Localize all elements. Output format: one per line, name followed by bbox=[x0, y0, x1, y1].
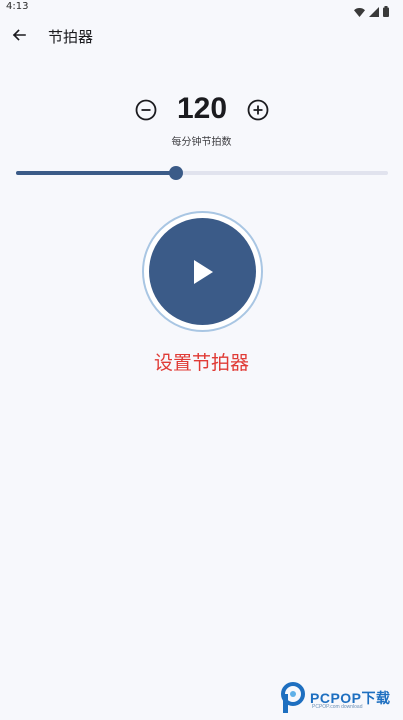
back-button[interactable] bbox=[8, 24, 30, 46]
status-time: 4:13 bbox=[6, 1, 29, 12]
play-button[interactable] bbox=[149, 218, 256, 325]
page-title: 节拍器 bbox=[48, 28, 94, 46]
app-bar: 节拍器 bbox=[0, 16, 403, 54]
watermark: PCPOP下载 PCPOP.com download bbox=[280, 682, 400, 716]
bpm-value: 120 bbox=[176, 92, 228, 125]
status-bar: 4:13 bbox=[0, 0, 403, 17]
watermark-sub: PCPOP.com download bbox=[312, 704, 363, 710]
minus-circle-icon bbox=[135, 99, 157, 121]
bpm-label: 每分钟节拍数 bbox=[171, 137, 232, 148]
play-icon bbox=[193, 259, 213, 284]
setup-metronome-link[interactable]: 设置节拍器 bbox=[0, 348, 403, 375]
slider-thumb[interactable] bbox=[169, 166, 183, 180]
bpm-slider[interactable] bbox=[16, 166, 388, 180]
plus-circle-icon bbox=[247, 99, 269, 121]
pcpop-logo-icon bbox=[281, 682, 305, 713]
increase-bpm-button[interactable] bbox=[246, 98, 270, 122]
slider-fill bbox=[16, 171, 176, 175]
decrease-bpm-button[interactable] bbox=[134, 98, 158, 122]
arrow-left-icon bbox=[12, 29, 26, 41]
bpm-control: 120 bbox=[0, 88, 403, 132]
